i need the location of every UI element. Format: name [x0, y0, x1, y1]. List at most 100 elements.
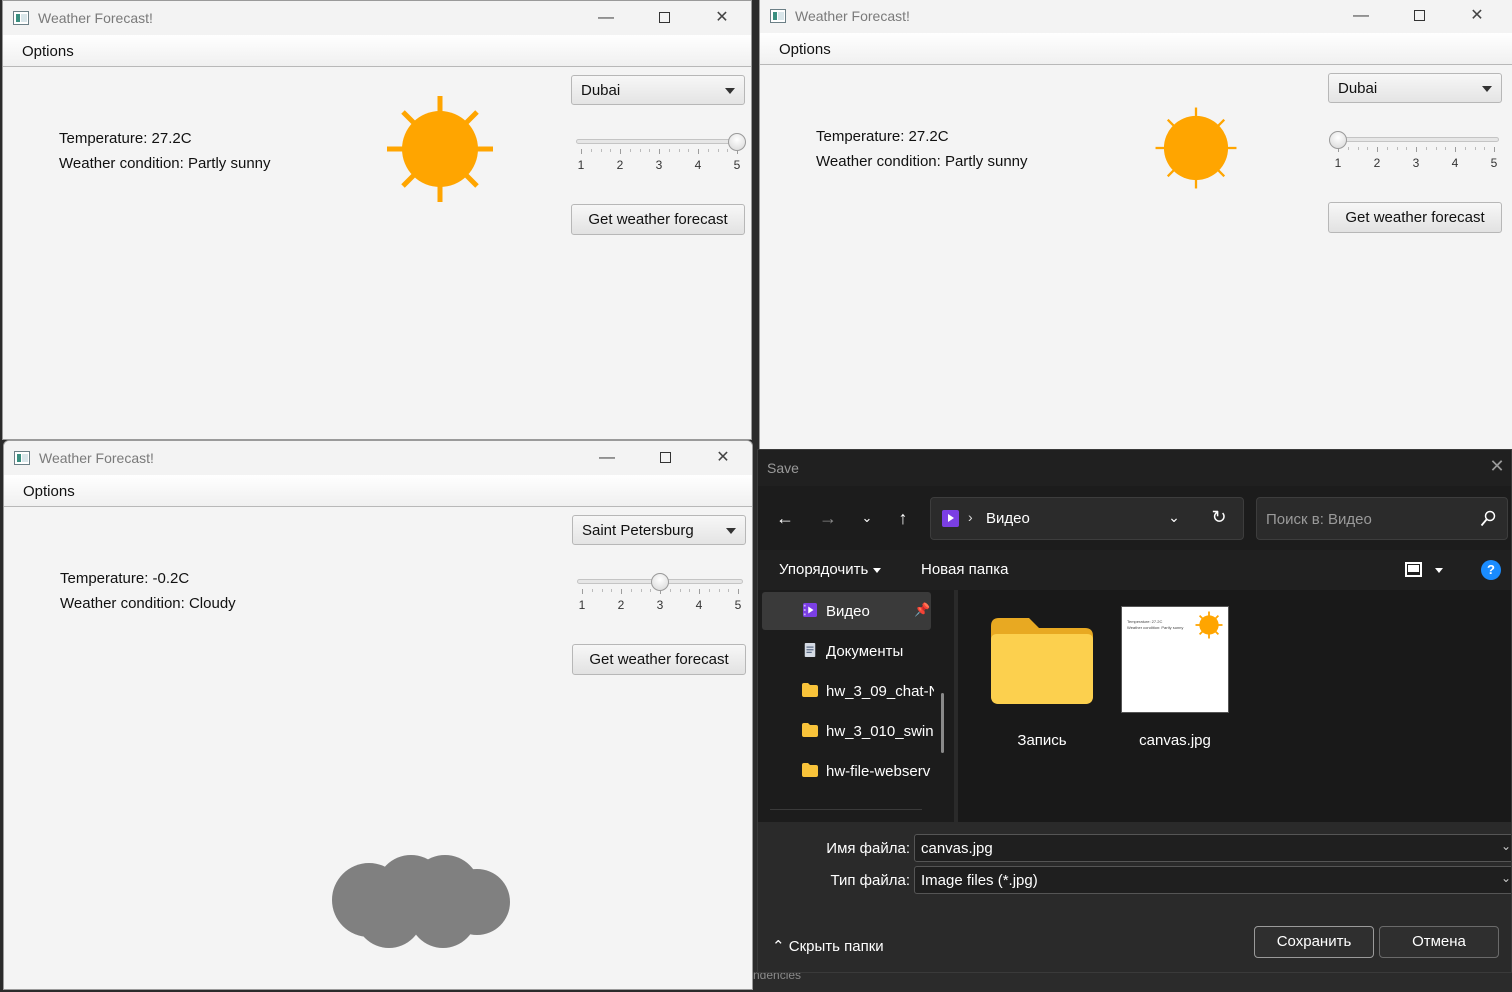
up-arrow-icon[interactable]: ↑ [889, 506, 917, 530]
slider-minor-tick [640, 589, 642, 592]
chevron-down-icon [1482, 86, 1492, 92]
maximize-button[interactable] [1396, 0, 1442, 33]
forward-arrow-icon[interactable]: → [814, 506, 842, 530]
file-item-folder[interactable]: Запись [982, 602, 1102, 752]
sidebar-item-documents[interactable]: Документы [762, 632, 931, 670]
organize-menu[interactable]: Упорядочить [779, 561, 882, 578]
recent-locations-chevron-icon[interactable]: ⌄ [853, 506, 881, 530]
get-weather-forecast-button[interactable]: Get weather forecast [1328, 202, 1502, 233]
close-button[interactable]: ✕ [700, 441, 746, 475]
slider-minor-tick [678, 149, 680, 152]
sidebar-item-hw-file-webserv[interactable]: hw-file-webserv [762, 752, 931, 790]
chevron-down-icon[interactable]: ⌄ [1501, 839, 1511, 853]
sidebar-item-hw-3-010-swing[interactable]: hw_3_010_swing [762, 712, 934, 750]
get-weather-forecast-button[interactable]: Get weather forecast [571, 204, 745, 235]
sidebar-item-hw-3-09-chat[interactable]: hw_3_09_chat-N [762, 672, 934, 710]
slider-minor-tick [591, 589, 593, 592]
slider-tick [1494, 147, 1495, 152]
search-placeholder: Поиск в: Видео [1266, 511, 1372, 528]
slider-minor-tick [688, 149, 690, 152]
search-box[interactable]: Поиск в: Видео [1256, 497, 1508, 540]
city-select[interactable]: Dubai [571, 75, 745, 105]
image-thumbnail: Temperature: 27.2C Weather condition: Pa… [1121, 606, 1229, 713]
city-select-value: Dubai [1338, 80, 1378, 97]
close-button[interactable]: ✕ [1454, 0, 1500, 33]
city-select[interactable]: Dubai [1328, 73, 1502, 103]
hide-folders-toggle[interactable]: ⌃ Скрыть папки [772, 937, 884, 955]
slider-minor-tick [1484, 147, 1486, 150]
menu-bar: Options [760, 33, 1512, 65]
temperature-label: Temperature: 27.2C [59, 130, 192, 147]
slider-tick [582, 589, 583, 594]
chevron-down-icon[interactable]: ⌄ [1164, 509, 1184, 526]
sidebar-scrollbar[interactable] [941, 693, 944, 753]
title-bar[interactable]: Weather Forecast! — ✕ [760, 0, 1512, 33]
slider-minor-tick [668, 149, 670, 152]
slider-tick [1377, 147, 1378, 152]
breadcrumb-location[interactable]: Видео [986, 510, 1030, 527]
search-icon[interactable] [1480, 510, 1496, 528]
slider-thumb[interactable] [1329, 131, 1347, 149]
slider-tick-label: 2 [617, 598, 625, 612]
menu-options[interactable]: Options [23, 483, 75, 500]
slider-thumb[interactable] [651, 573, 669, 591]
video-folder-icon [942, 510, 959, 527]
menu-options[interactable]: Options [779, 41, 831, 58]
chevron-down-icon [725, 88, 735, 94]
days-slider[interactable]: 1 2 3 4 5 [1329, 130, 1499, 176]
menu-bar: Options [3, 35, 751, 67]
cancel-button[interactable]: Отмена [1379, 926, 1499, 958]
minimize-button[interactable]: — [584, 441, 630, 475]
address-bar[interactable]: › Видео ⌄ ↻ [930, 497, 1244, 540]
slider-thumb[interactable] [728, 133, 746, 151]
minimize-button[interactable]: — [583, 1, 629, 35]
chevron-down-icon[interactable]: ⌄ [1501, 871, 1511, 885]
slider-minor-tick [610, 149, 612, 152]
slider-track[interactable] [576, 139, 742, 144]
city-select[interactable]: Saint Petersburg [572, 515, 746, 545]
sidebar-item-video[interactable]: Видео 📌 [762, 592, 931, 630]
chevron-up-icon: ⌃ [772, 938, 785, 955]
command-bar: Упорядочить Новая папка ? [758, 550, 1511, 590]
back-arrow-icon[interactable]: ← [771, 506, 799, 530]
filetype-select[interactable]: Image files (*.jpg) ⌄ [914, 866, 1511, 894]
title-bar[interactable]: Weather Forecast! — ✕ [4, 441, 752, 475]
window-title: Weather Forecast! [38, 10, 153, 26]
organize-label: Упорядочить [779, 561, 869, 578]
slider-minor-tick [601, 589, 603, 592]
maximize-button[interactable] [641, 1, 687, 35]
window-title: Weather Forecast! [39, 450, 154, 466]
slider-track[interactable] [1333, 137, 1499, 142]
slider-minor-tick [1396, 147, 1398, 150]
thumbnail-text: Weather condition: Partly sunny [1127, 625, 1184, 630]
days-slider[interactable]: 1 2 3 4 5 [576, 132, 746, 178]
save-dialog: Save ✕ ← → ⌄ ↑ › Видео ⌄ ↻ Поиск в: Виде… [757, 449, 1512, 973]
file-item-label: Запись [1017, 732, 1067, 749]
slider-minor-tick [1435, 147, 1437, 150]
new-folder-button[interactable]: Новая папка [921, 561, 1008, 578]
get-weather-forecast-button[interactable]: Get weather forecast [572, 644, 746, 675]
title-bar[interactable]: Weather Forecast! — ✕ [3, 1, 751, 35]
slider-tick [581, 149, 582, 154]
sidebar-item-label: hw_3_09_chat-N [826, 683, 934, 700]
help-icon[interactable]: ? [1481, 560, 1501, 580]
slider-tick [698, 149, 699, 154]
menu-options[interactable]: Options [22, 43, 74, 60]
close-button[interactable]: ✕ [699, 1, 745, 35]
minimize-button[interactable]: — [1338, 0, 1384, 33]
filename-input[interactable]: canvas.jpg ⌄ [914, 834, 1511, 862]
maximize-button[interactable] [642, 441, 688, 475]
refresh-icon[interactable]: ↻ [1208, 507, 1230, 528]
view-options-caret-icon[interactable] [1435, 568, 1443, 573]
close-icon[interactable]: ✕ [1487, 456, 1507, 476]
file-item-canvas-jpg[interactable]: Temperature: 27.2C Weather condition: Pa… [1115, 602, 1235, 752]
slider-minor-tick [650, 589, 652, 592]
days-slider[interactable]: 1 2 3 4 5 [577, 572, 743, 618]
sidebar-item-label: hw-file-webserv [826, 763, 931, 780]
app-icon [14, 451, 30, 465]
slider-minor-tick [707, 149, 709, 152]
slider-minor-tick [629, 149, 631, 152]
weather-condition-label: Weather condition: Partly sunny [816, 153, 1028, 170]
view-mode-icon[interactable] [1405, 562, 1422, 577]
save-button[interactable]: Сохранить [1254, 926, 1374, 958]
